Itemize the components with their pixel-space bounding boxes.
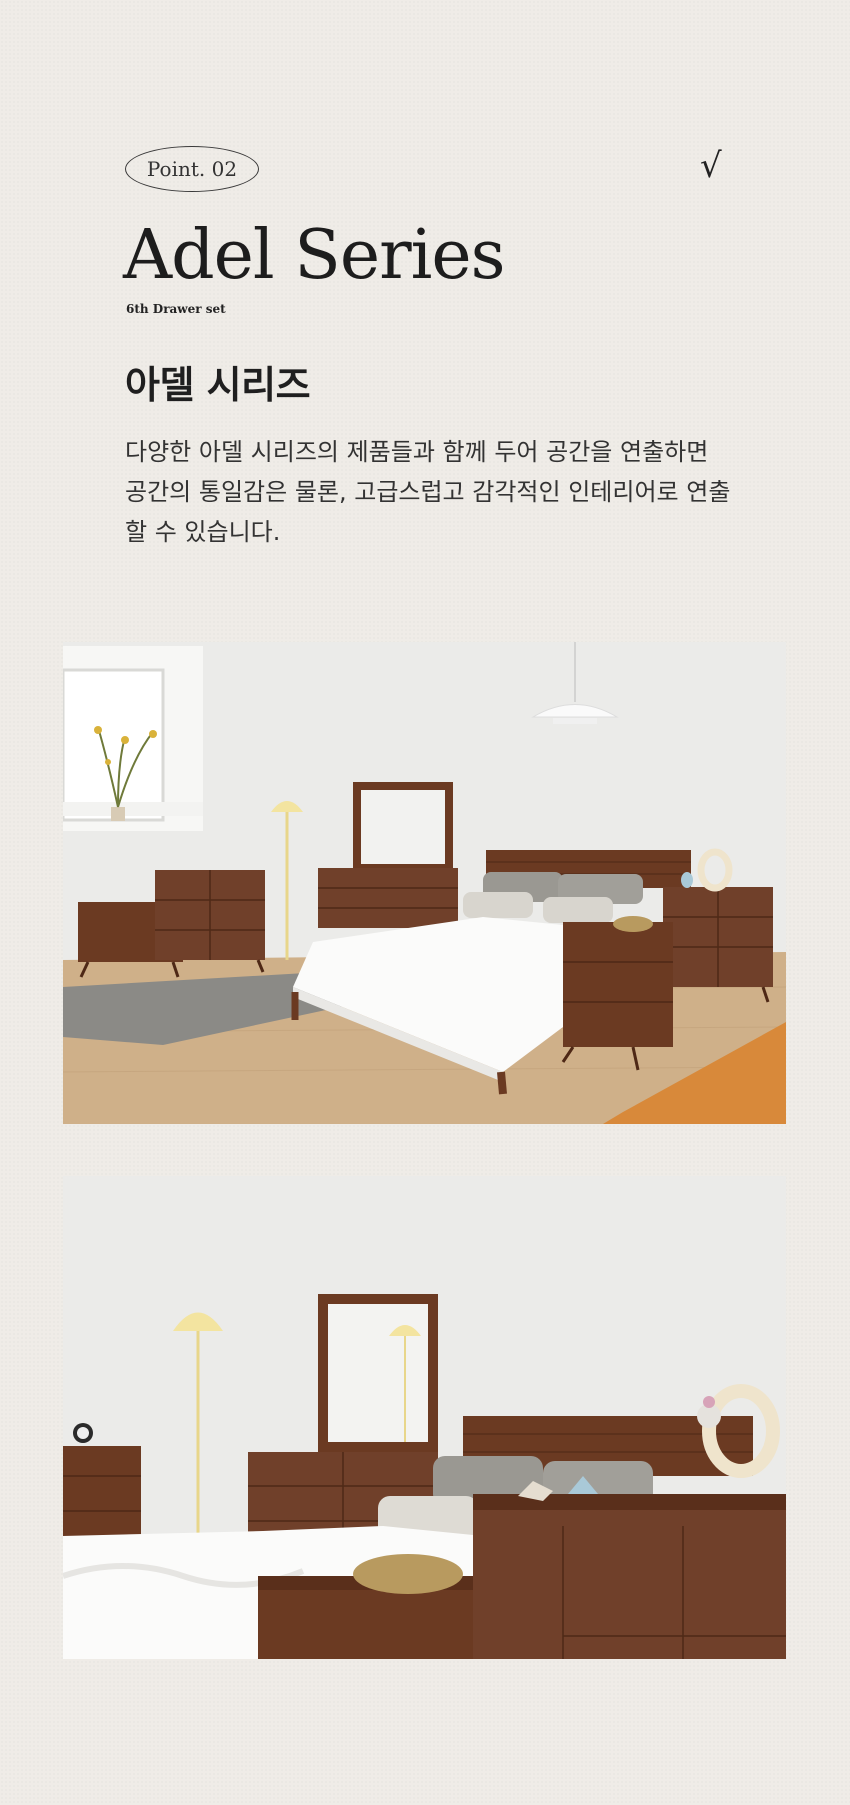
point-badge: Point. 02 <box>125 146 259 192</box>
check-mark-icon: √ <box>700 146 722 186</box>
description-line-3: 할 수 있습니다. <box>125 518 281 546</box>
page-title: Adel Series <box>123 216 505 295</box>
bedroom-photo-closeup <box>63 1176 786 1659</box>
description-line-2: 공간의 통일감은 물론, 고급스럽고 감각적인 인테리어로 연출 <box>125 478 731 506</box>
page-subtitle: 6th Drawer set <box>126 302 226 316</box>
section-heading: 아델 시리즈 <box>125 363 311 407</box>
bedroom-photo-wide <box>63 642 786 1124</box>
description-line-1: 다양한 아델 시리즈의 제품들과 함께 두어 공간을 연출하면 <box>125 438 709 466</box>
point-badge-label: Point. 02 <box>146 157 238 181</box>
description: 다양한 아델 시리즈의 제품들과 함께 두어 공간을 연출하면 공간의 통일감은… <box>125 432 765 552</box>
